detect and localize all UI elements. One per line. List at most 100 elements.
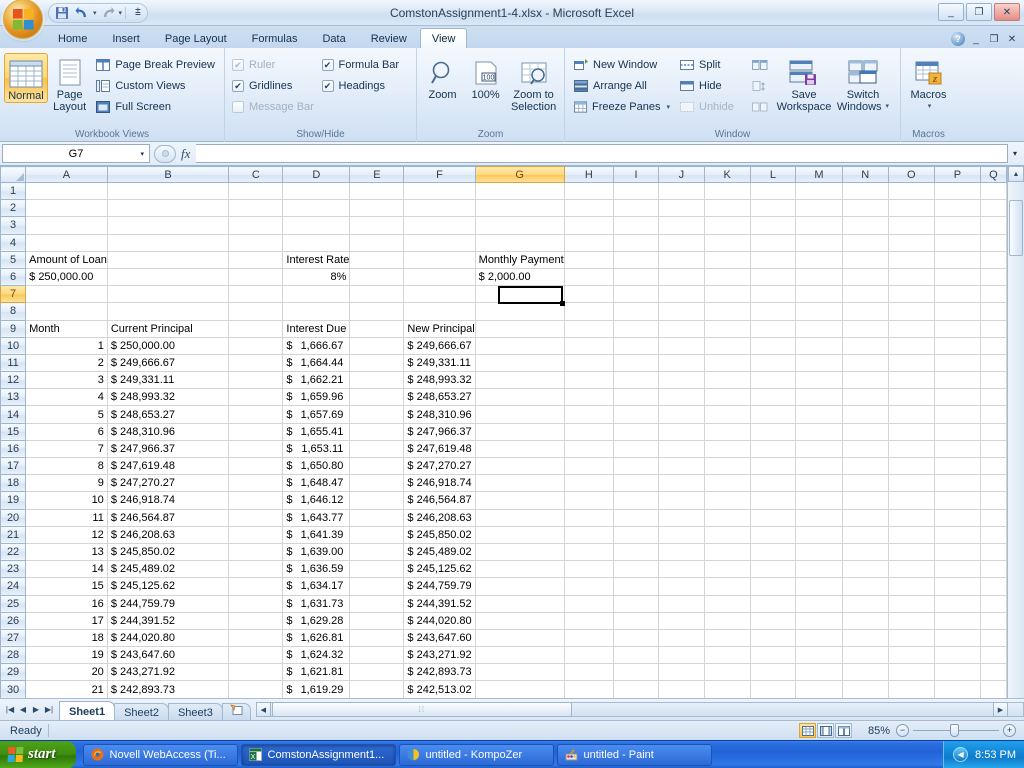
status-page-break-view-button[interactable]: [835, 723, 852, 738]
cell-J1[interactable]: [658, 182, 705, 201]
cell-F18[interactable]: $ 246,918.74: [403, 474, 476, 493]
cell-A1[interactable]: [25, 182, 108, 201]
cell-C30[interactable]: [228, 680, 284, 698]
cell-K22[interactable]: [704, 543, 751, 562]
headings-checkbox[interactable]: ✔ Headings: [319, 76, 412, 96]
undo-dropdown-caret[interactable]: ▾: [93, 9, 97, 17]
next-sheet-button[interactable]: ▶: [30, 705, 42, 714]
cell-P27[interactable]: [934, 629, 981, 648]
cell-N3[interactable]: [842, 216, 889, 235]
cell-Q6[interactable]: [980, 268, 1007, 287]
cell-C12[interactable]: [228, 371, 284, 390]
normal-view-button[interactable]: Normal: [4, 53, 48, 103]
cell-M21[interactable]: [795, 526, 843, 544]
cell-L22[interactable]: [750, 543, 797, 562]
cell-M23[interactable]: [795, 560, 843, 579]
cell-M12[interactable]: [795, 371, 843, 390]
cell-E17[interactable]: [349, 457, 405, 476]
formula-bar-checkbox[interactable]: ✔ Formula Bar: [319, 55, 412, 75]
cell-J18[interactable]: [658, 474, 705, 493]
cell-I7[interactable]: [613, 285, 660, 304]
cell-F6[interactable]: [403, 268, 476, 287]
cell-J4[interactable]: [658, 234, 705, 252]
cell-P5[interactable]: [934, 251, 981, 269]
cell-P3[interactable]: [934, 216, 981, 235]
cell-C29[interactable]: [228, 663, 284, 682]
ribbon-restore-button[interactable]: ❐: [987, 34, 1001, 45]
cell-L14[interactable]: [750, 405, 797, 424]
cell-Q4[interactable]: [980, 234, 1007, 252]
insert-function-pill[interactable]: [154, 144, 176, 163]
cell-Q3[interactable]: [980, 216, 1007, 235]
cell-G14[interactable]: [475, 405, 565, 424]
cell-E7[interactable]: [349, 285, 405, 304]
undo-button[interactable]: [73, 5, 91, 21]
show-hidden-icons-button[interactable]: ◀: [953, 747, 969, 762]
cell-K16[interactable]: [704, 440, 751, 459]
cell-I2[interactable]: [613, 199, 660, 218]
cell-E13[interactable]: [349, 388, 405, 407]
cell-J24[interactable]: [658, 577, 705, 596]
cell-Q16[interactable]: [980, 440, 1007, 459]
cell-A17[interactable]: 8: [25, 457, 108, 476]
cell-K20[interactable]: [704, 509, 751, 527]
cell-H20[interactable]: [564, 509, 614, 527]
cell-B13[interactable]: $ 248,993.32: [107, 388, 230, 407]
cell-I21[interactable]: [613, 526, 660, 544]
cell-N11[interactable]: [842, 354, 889, 373]
cell-D1[interactable]: [282, 182, 351, 201]
cell-J9[interactable]: [658, 320, 705, 338]
cell-C16[interactable]: [228, 440, 284, 459]
row-header-5[interactable]: 5: [0, 250, 27, 269]
row-header-28[interactable]: 28: [0, 646, 27, 665]
cell-H22[interactable]: [564, 543, 614, 562]
row-header-19[interactable]: 19: [0, 491, 27, 510]
cell-G28[interactable]: [475, 646, 565, 665]
cell-A21[interactable]: 12: [25, 526, 108, 544]
cell-F2[interactable]: [403, 199, 476, 218]
cell-P4[interactable]: [934, 234, 981, 252]
cell-I23[interactable]: [613, 560, 660, 579]
cell-E11[interactable]: [349, 354, 405, 373]
cell-J29[interactable]: [658, 663, 705, 682]
cell-J19[interactable]: [658, 491, 705, 510]
cell-K18[interactable]: [704, 474, 751, 493]
cell-G1[interactable]: [475, 182, 565, 201]
cell-F15[interactable]: $ 247,966.37: [403, 423, 476, 441]
cell-G25[interactable]: [475, 595, 565, 613]
cell-K3[interactable]: [704, 216, 751, 235]
cell-F30[interactable]: $ 242,513.02: [403, 680, 476, 698]
cell-N13[interactable]: [842, 388, 889, 407]
cell-A4[interactable]: [25, 234, 108, 252]
cell-G11[interactable]: [475, 354, 565, 373]
cell-J3[interactable]: [658, 216, 705, 235]
cell-N18[interactable]: [842, 474, 889, 493]
ruler-checkbox[interactable]: ✔ Ruler: [229, 55, 319, 75]
taskbar-item-paint[interactable]: untitled - Paint: [556, 743, 712, 766]
cell-C4[interactable]: [228, 234, 284, 252]
cell-L11[interactable]: [750, 354, 797, 373]
cell-A24[interactable]: 15: [25, 577, 108, 596]
cell-A25[interactable]: 16: [25, 595, 108, 613]
cell-Q19[interactable]: [980, 491, 1007, 510]
page-layout-view-button[interactable]: Page Layout: [48, 53, 91, 113]
cell-M29[interactable]: [795, 663, 843, 682]
cell-B25[interactable]: $ 244,759.79: [107, 595, 230, 613]
cell-H15[interactable]: [564, 423, 614, 441]
horizontal-scroll-thumb[interactable]: ⁞⁞: [271, 702, 572, 717]
cell-P12[interactable]: [934, 371, 981, 390]
cell-P21[interactable]: [934, 526, 981, 544]
cell-I18[interactable]: [613, 474, 660, 493]
cell-A23[interactable]: 14: [25, 560, 108, 579]
cell-I22[interactable]: [613, 543, 660, 562]
cell-K27[interactable]: [704, 629, 751, 648]
cell-Q13[interactable]: [980, 388, 1007, 407]
zoom-slider-track[interactable]: [913, 724, 999, 737]
cell-Q29[interactable]: [980, 663, 1007, 682]
cell-O11[interactable]: [888, 354, 935, 373]
cell-J10[interactable]: [658, 337, 705, 355]
cell-J23[interactable]: [658, 560, 705, 579]
cell-O4[interactable]: [888, 234, 935, 252]
row-header-25[interactable]: 25: [0, 594, 27, 613]
cell-I29[interactable]: [613, 663, 660, 682]
